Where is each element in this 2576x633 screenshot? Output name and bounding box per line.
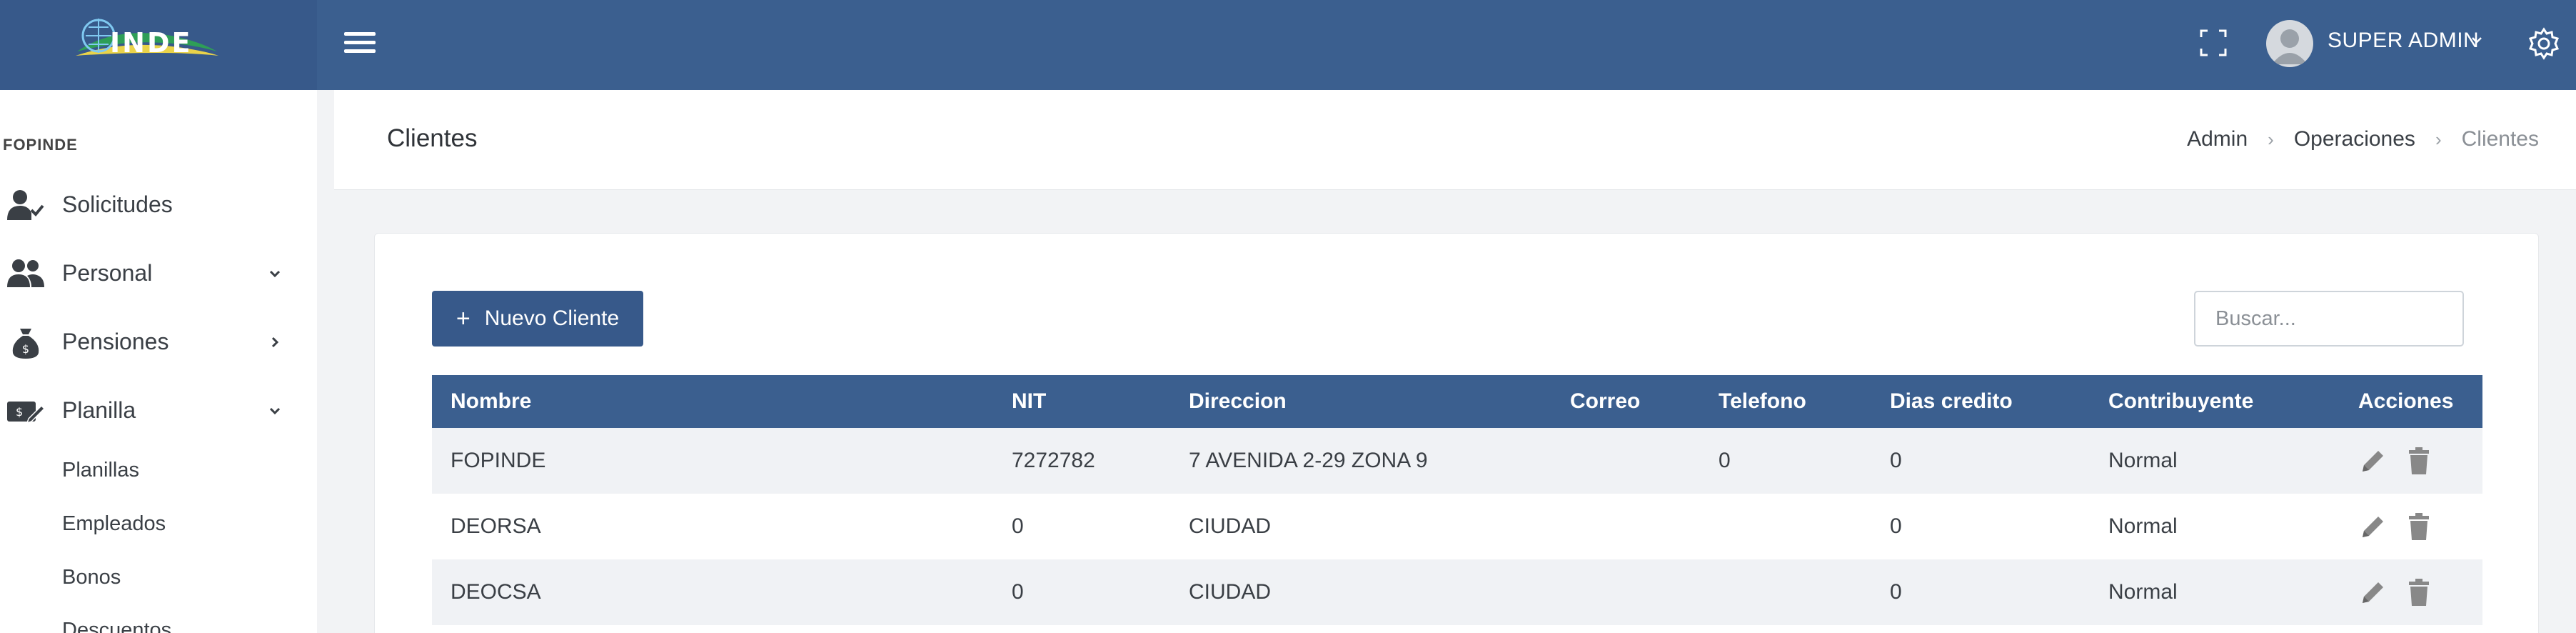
hamburger-menu-icon[interactable]	[344, 27, 376, 63]
cell-acciones	[2340, 428, 2482, 494]
users-icon	[7, 259, 44, 287]
cell-direccion: CIUDAD	[1189, 514, 1272, 538]
plus-icon: +	[456, 304, 471, 332]
svg-text:$: $	[16, 405, 23, 419]
sidebar-subitem-descuentos[interactable]: Descuentos	[62, 619, 171, 633]
sidebar-item-label: Personal	[62, 260, 153, 286]
page-header: Clientes Admin › Operaciones › Clientes	[334, 90, 2576, 190]
column-header-telefono[interactable]: Telefono	[1700, 375, 1871, 428]
sidebar-item-label: Pensiones	[62, 329, 169, 354]
sidebar-subitem-empleados[interactable]: Empleados	[62, 512, 166, 536]
sidebar-item-pensiones[interactable]: $ Pensiones	[0, 313, 317, 370]
clients-table: Nombre NIT Direccion Correo Telefono Dia…	[432, 375, 2482, 625]
trash-icon[interactable]	[2404, 512, 2434, 542]
sidebar-item-planilla[interactable]: $ Planilla	[0, 382, 317, 439]
sidebar-section-title: FOPINDE	[3, 136, 78, 154]
chevron-down-icon	[269, 270, 281, 278]
gear-icon[interactable]	[2527, 27, 2560, 60]
trash-icon[interactable]	[2404, 446, 2434, 476]
sidebar-item-label: Planilla	[62, 397, 136, 423]
cell-dias-credito: 0	[1890, 449, 1902, 472]
breadcrumb-separator: ›	[2268, 128, 2274, 150]
new-client-button-label: Nuevo Cliente	[484, 306, 620, 330]
logo-text: INDE	[110, 27, 193, 59]
breadcrumb: Admin › Operaciones › Clientes	[2187, 127, 2539, 151]
table-header-row: Nombre NIT Direccion Correo Telefono Dia…	[432, 375, 2482, 428]
cell-nombre: DEORSA	[451, 514, 541, 538]
table-row: DEORSA 0 CIUDAD 0 Normal	[432, 494, 2482, 559]
edit-pencil-icon[interactable]	[2358, 446, 2388, 476]
table-row: DEOCSA 0 CIUDAD 0 Normal	[432, 559, 2482, 625]
trash-icon[interactable]	[2404, 577, 2434, 607]
edit-pencil-icon[interactable]	[2358, 577, 2388, 607]
top-navbar: INDE SUPER ADMIN	[0, 0, 2576, 90]
search-input[interactable]	[2194, 291, 2464, 347]
cell-nit: 7272782	[1012, 449, 1095, 472]
breadcrumb-separator: ›	[2435, 128, 2442, 150]
sidebar-subitem-bonos[interactable]: Bonos	[62, 566, 121, 589]
user-check-icon	[7, 190, 44, 220]
cell-direccion: 7 AVENIDA 2-29 ZONA 9	[1189, 449, 1428, 472]
column-header-contribuyente[interactable]: Contribuyente	[2090, 375, 2340, 428]
cell-correo	[1551, 559, 1700, 625]
cell-telefono: 0	[1719, 449, 1731, 472]
column-header-nit[interactable]: NIT	[993, 375, 1170, 428]
payroll-edit-icon: $	[7, 402, 44, 424]
cell-nombre: DEOCSA	[451, 580, 541, 604]
breadcrumb-clientes: Clientes	[2461, 127, 2539, 151]
column-header-direccion[interactable]: Direccion	[1170, 375, 1551, 428]
column-header-dias-credito[interactable]: Dias credito	[1871, 375, 2090, 428]
user-name[interactable]: SUPER ADMIN	[2328, 29, 2479, 53]
breadcrumb-operaciones[interactable]: Operaciones	[2294, 127, 2415, 151]
sidebar-item-personal[interactable]: Personal	[0, 244, 317, 301]
cell-correo	[1551, 494, 1700, 559]
cell-acciones	[2340, 494, 2482, 559]
cell-dias-credito: 0	[1890, 580, 1902, 604]
chevron-right-icon	[271, 337, 279, 348]
chevron-down-icon	[269, 407, 281, 415]
money-bag-icon: $	[12, 329, 39, 359]
fullscreen-icon[interactable]	[2199, 29, 2228, 57]
edit-pencil-icon[interactable]	[2358, 512, 2388, 542]
sidebar-item-label: Solicitudes	[62, 191, 173, 217]
sidebar: FOPINDE Solicitudes Personal $ Pensiones	[0, 90, 317, 633]
sidebar-item-solicitudes[interactable]: Solicitudes	[0, 176, 317, 233]
column-header-correo[interactable]: Correo	[1551, 375, 1700, 428]
chevron-down-icon[interactable]	[2470, 30, 2483, 51]
cell-nombre: FOPINDE	[451, 449, 546, 472]
cell-contribuyente: Normal	[2108, 449, 2178, 472]
table-row: FOPINDE 7272782 7 AVENIDA 2-29 ZONA 9 0 …	[432, 428, 2482, 494]
page-title: Clientes	[387, 124, 478, 152]
cell-contribuyente: Normal	[2108, 514, 2178, 538]
clients-card: + Nuevo Cliente Nombre NIT Direccion Cor…	[374, 233, 2539, 633]
cell-telefono	[1700, 494, 1871, 559]
cell-correo	[1551, 428, 1700, 494]
svg-text:$: $	[22, 342, 29, 356]
cell-nit: 0	[1012, 514, 1024, 538]
breadcrumb-admin[interactable]: Admin	[2187, 127, 2248, 151]
cell-dias-credito: 0	[1890, 514, 1902, 538]
cell-direccion: CIUDAD	[1189, 580, 1272, 604]
logo-area: INDE	[0, 0, 317, 90]
column-header-acciones: Acciones	[2358, 389, 2454, 413]
user-avatar[interactable]	[2266, 20, 2313, 67]
new-client-button[interactable]: + Nuevo Cliente	[432, 291, 643, 347]
cell-contribuyente: Normal	[2108, 580, 2178, 604]
column-header-nombre[interactable]: Nombre	[432, 375, 993, 428]
cell-acciones	[2340, 559, 2482, 625]
cell-nit: 0	[1012, 580, 1024, 604]
sidebar-subitem-planillas[interactable]: Planillas	[62, 459, 139, 482]
cell-telefono	[1700, 559, 1871, 625]
